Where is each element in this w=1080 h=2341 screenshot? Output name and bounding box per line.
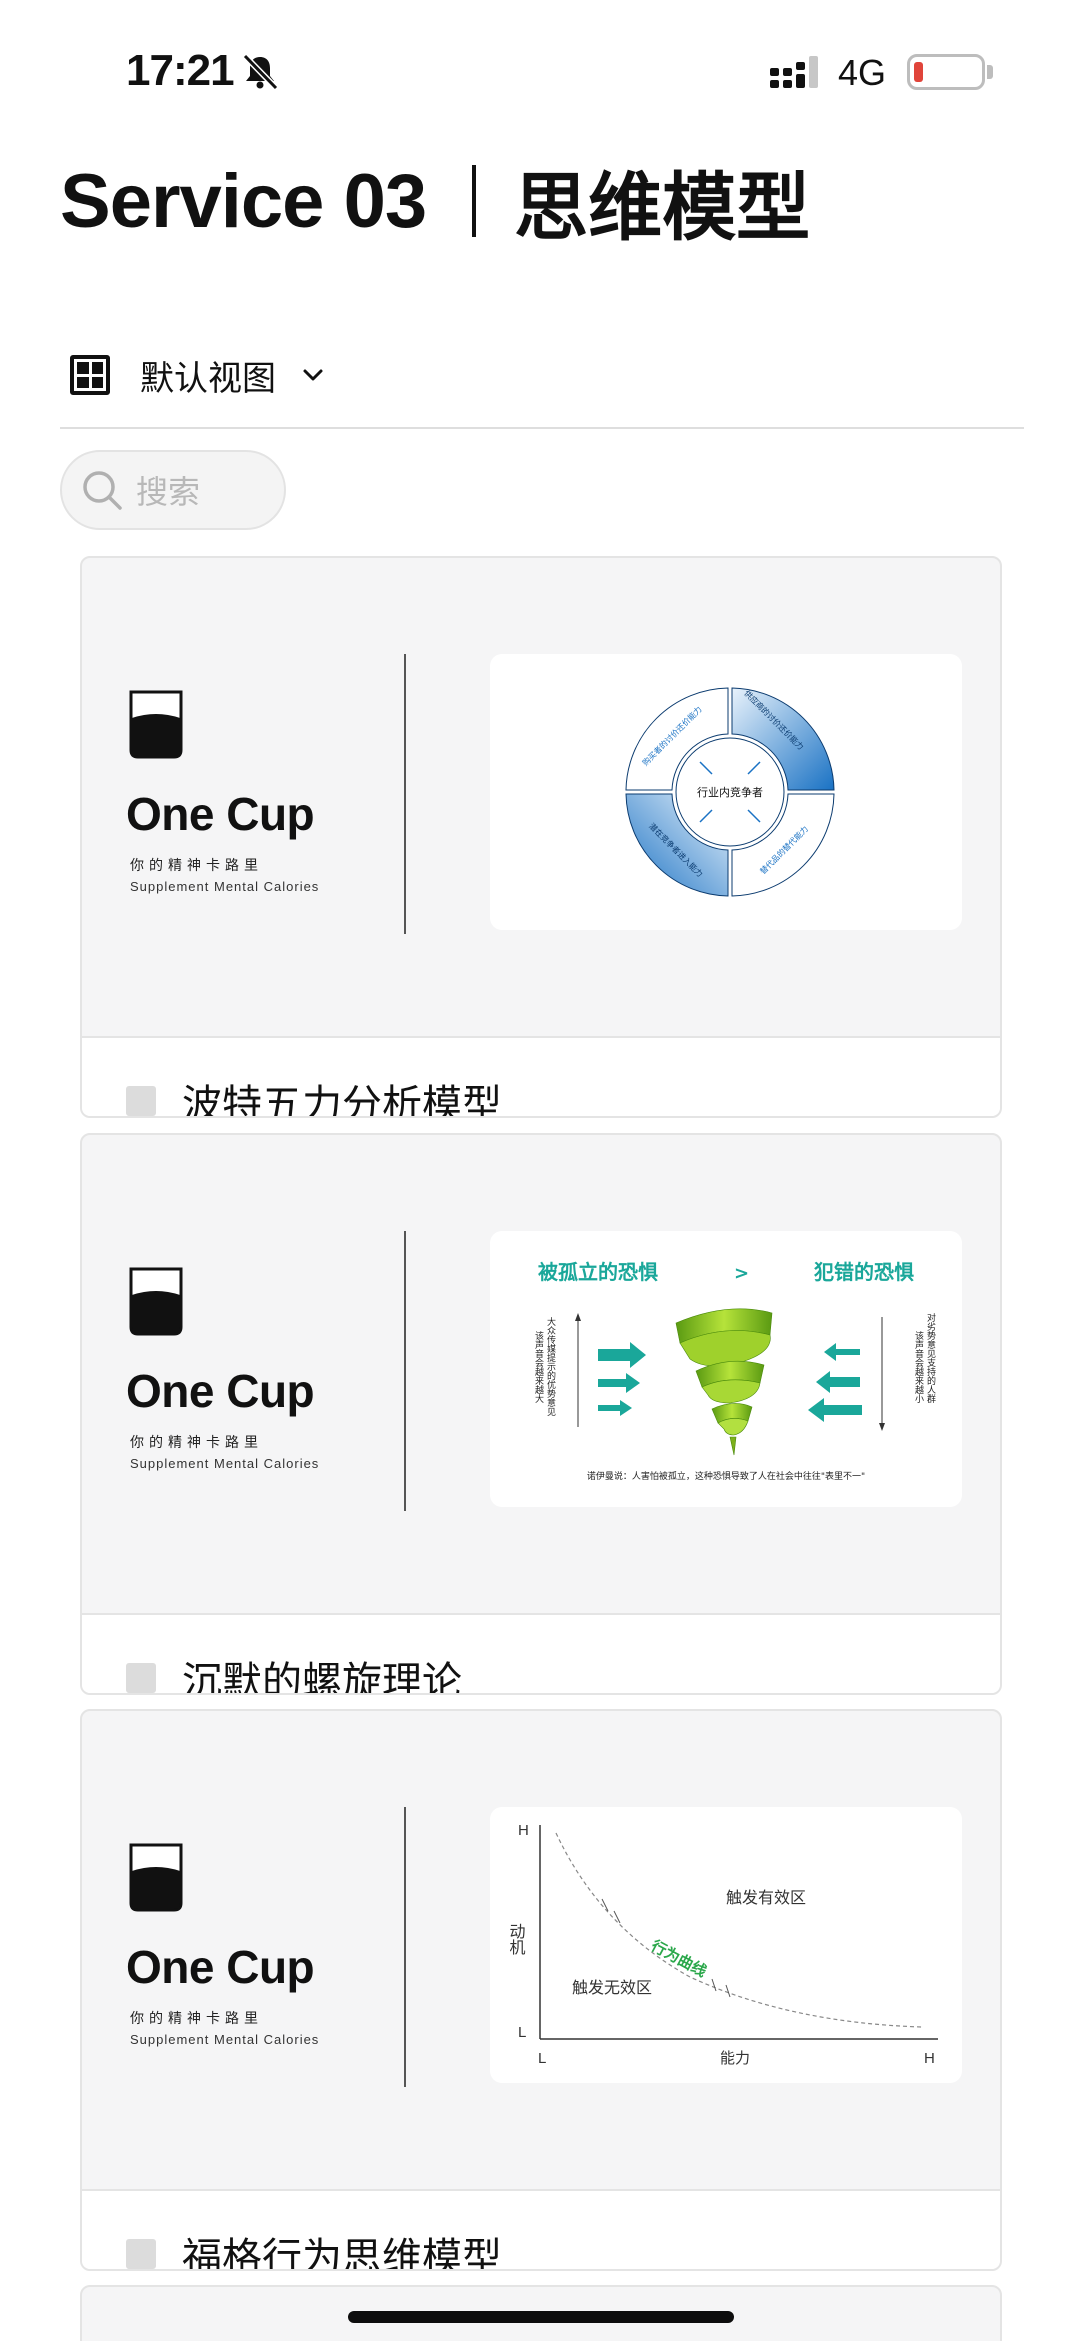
card-checkbox[interactable] [126, 2239, 156, 2269]
search-input[interactable]: 搜索 [60, 450, 286, 530]
brand-tagline-en: Supplement Mental Calories [130, 879, 320, 894]
gallery-card[interactable]: One Cup 你的精神卡路里 Supplement Mental Calori… [80, 556, 1002, 1118]
svg-text:大众传媒提示的优势意见: 大众传媒提示的优势意见 [545, 1316, 556, 1417]
brand-tagline-cn: 你的精神卡路里 [130, 858, 263, 874]
battery-icon [907, 54, 985, 90]
card-checkbox[interactable] [126, 1663, 156, 1693]
zone-low: 触发无效区 [572, 1978, 652, 1997]
left-heading: 被孤立的恐惧 [538, 1260, 658, 1284]
title-cn: 思维模型 [514, 164, 811, 251]
cover-divider [404, 1231, 406, 1511]
card-checkbox[interactable] [126, 1086, 156, 1116]
home-indicator[interactable] [348, 2311, 734, 2323]
five-forces-diagram: 行业内竞争者 供应商的讨价还价能力 替代品的替代能力 潜在竞争者进入能力 购买者… [490, 654, 962, 930]
card-cover: One Cup 你的精神卡路里 Supplement Mental Calori… [82, 1711, 1000, 2189]
curve-label: 行为曲线 [647, 1936, 709, 1981]
search-placeholder: 搜索 [136, 473, 201, 511]
svg-text:该声音会越来越小: 该声音会越来越小 [913, 1330, 924, 1404]
brand-name: One Cup [126, 1365, 315, 1417]
brand-tagline-en: Supplement Mental Calories [130, 2032, 320, 2047]
card-cover: One Cup 你的精神卡路里 Supplement Mental Calori… [82, 1135, 1000, 1613]
fogg-behavior-diagram: H L L H 动机 能力 行为曲线 触发有效区 触发无效区 [490, 1807, 962, 2083]
brand-name: One Cup [126, 1941, 315, 1993]
caption: 诺伊曼说：人害怕被孤立，这种恐惧导致了人在社会中往往"表里不一" [587, 1470, 865, 1482]
card-title: 福格行为思维模型 [182, 2235, 502, 2271]
gallery-card[interactable]: One Cup 你的精神卡路里 Supplement Mental Calori… [80, 1133, 1002, 1695]
signal-icon [770, 56, 818, 88]
y-high: H [518, 1822, 529, 1839]
card-footer: 沉默的螺旋理论 [82, 1613, 1000, 1695]
brand-tagline-cn: 你的精神卡路里 [130, 1435, 263, 1451]
card-footer: 福格行为思维模型 [82, 2189, 1000, 2271]
gallery-view-icon [70, 355, 110, 395]
cover-divider [404, 1807, 406, 2087]
header-divider [60, 427, 1024, 429]
network-type: 4G [838, 52, 887, 93]
bell-muted-icon [242, 53, 279, 91]
page-title: Service 03 思维模型 [60, 156, 810, 251]
cover-divider [404, 654, 406, 934]
battery-nub [987, 65, 993, 79]
title-divider [472, 165, 477, 237]
brand-tagline-en: Supplement Mental Calories [130, 1456, 320, 1471]
cup-logo-icon [129, 1843, 183, 1912]
card-title: 波特五力分析模型 [182, 1082, 502, 1118]
right-heading: 犯错的恐惧 [813, 1260, 914, 1284]
brand-block: One Cup 你的精神卡路里 Supplement Mental Calori… [126, 688, 386, 894]
gallery-card[interactable]: One Cup 你的精神卡路里 Supplement Mental Calori… [80, 1709, 1002, 2271]
center-label: 行业内竞争者 [697, 785, 763, 799]
spiral-of-silence-diagram: 被孤立的恐惧 > 犯错的恐惧 大众传媒提示的优势意见 该声音会越来越大 对劣势意… [490, 1231, 962, 1507]
zone-high: 触发有效区 [726, 1888, 806, 1907]
card-title: 沉默的螺旋理论 [182, 1659, 462, 1695]
search-icon [83, 471, 122, 510]
x-high: H [924, 2050, 935, 2067]
brand-tagline-cn: 你的精神卡路里 [130, 2011, 263, 2027]
chevron-down-icon [303, 369, 323, 381]
status-time: 17:21 [126, 46, 235, 95]
brand-block: One Cup 你的精神卡路里 Supplement Mental Calori… [126, 1265, 386, 1471]
y-low: L [518, 2024, 526, 2041]
operator: > [734, 1263, 749, 1284]
svg-text:该声音会越来越大: 该声音会越来越大 [533, 1330, 544, 1404]
view-switcher[interactable]: 默认视图 [60, 340, 324, 410]
cup-logo-icon [129, 1267, 183, 1336]
title-en: Service 03 [60, 158, 427, 244]
view-label: 默认视图 [140, 358, 276, 399]
y-label: 动机 [507, 1923, 526, 1956]
brand-name: One Cup [126, 788, 315, 840]
card-footer: 波特五力分析模型 [82, 1036, 1000, 1118]
x-low: L [538, 2050, 546, 2067]
card-cover: One Cup 你的精神卡路里 Supplement Mental Calori… [82, 558, 1000, 1036]
brand-block: One Cup 你的精神卡路里 Supplement Mental Calori… [126, 1841, 386, 2047]
cup-logo-icon [129, 690, 183, 759]
svg-text:对劣势意见支持的人群: 对劣势意见支持的人群 [925, 1312, 936, 1404]
status-bar: 17:21 4G [0, 0, 1080, 140]
x-label: 能力 [720, 2049, 750, 2067]
